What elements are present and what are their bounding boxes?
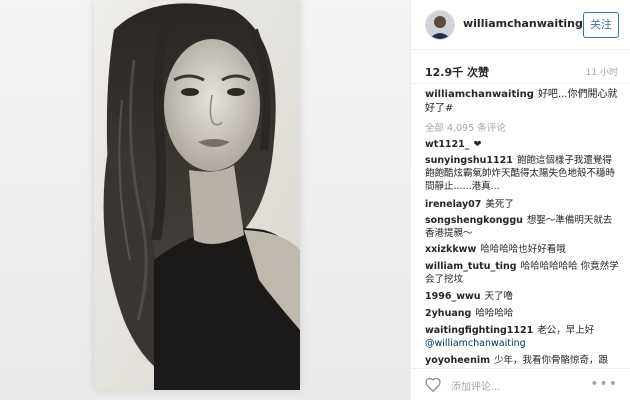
comment-item: waitingfighting1121 老公，早上好 @williamchanwa… (425, 324, 620, 350)
comment-text: 哈哈哈哈也好好看哦 (480, 244, 566, 255)
load-all-comments[interactable]: 全部 4,095 条评论 (425, 120, 506, 134)
comment-text: ❤ (473, 139, 482, 150)
comment-username[interactable]: william_tutu_ting (425, 261, 517, 272)
comment-item: sunyingshu1121 飽飽這個樣子我還覺得飽飽酷炫霸氣帥炸天酷得太陽失色地… (425, 154, 620, 193)
instagram-post-view: williamchanwaiting 关注 12.9千 次赞 11 小时 wil… (0, 0, 630, 400)
comment-item: xxizkkww 哈哈哈哈也好好看哦 (425, 243, 620, 256)
comment-username[interactable]: wt1121_ (425, 139, 470, 150)
comments-list: williamchanwaiting 好吧...你們開心就好了# 全部 4,095… (411, 86, 630, 366)
post-time[interactable]: 11 小时 (586, 65, 618, 78)
caption: williamchanwaiting 好吧...你們開心就好了# (425, 88, 620, 116)
comment-username[interactable]: irenelay07 (425, 199, 481, 210)
post-photo[interactable] (94, 0, 300, 390)
follow-button[interactable]: 关注 (583, 12, 619, 38)
comment-username[interactable]: waitingfighting1121 (425, 325, 533, 336)
portrait-image (94, 0, 300, 390)
comment-text: 天了噜 (484, 291, 514, 302)
comment-item: irenelay07 美死了 (425, 198, 620, 211)
photo-panel (0, 0, 410, 400)
profile-avatar[interactable] (425, 10, 455, 40)
comment-username[interactable]: songshengkonggu (425, 215, 523, 226)
comment-username[interactable]: 1996_wwu (425, 291, 481, 302)
heart-icon[interactable] (425, 377, 441, 392)
comment-item: songshengkonggu 想娶～準備明天就去香港提親～ (425, 214, 620, 240)
post-sidebar: williamchanwaiting 关注 12.9千 次赞 11 小时 wil… (410, 0, 630, 400)
comment-item: 1996_wwu 天了噜 (425, 290, 620, 303)
post-header: williamchanwaiting 关注 (411, 0, 630, 50)
more-options-icon[interactable]: ••• (590, 376, 618, 392)
comment-mention[interactable]: @williamchanwaiting (425, 338, 526, 349)
comment-username[interactable]: 2yhuang (425, 308, 471, 319)
comment-username[interactable]: sunyingshu1121 (425, 155, 513, 166)
like-count[interactable]: 12.9千 次赞 (425, 64, 489, 80)
comment-item: william_tutu_ting 哈哈哈哈哈哈 你竟然学会了挖坟 (425, 260, 620, 286)
add-comment-input[interactable]: 添加评论... (451, 378, 501, 393)
comment-item: wt1121_ ❤ (425, 138, 620, 151)
comment-text: 美死了 (485, 199, 514, 210)
comment-text: 少年，我看你骨骼惊奇，跟 (494, 355, 609, 366)
avatar-image (426, 11, 454, 39)
comment-item: yoyoheenim 少年，我看你骨骼惊奇，跟 (425, 354, 620, 366)
comment-username[interactable]: yoyoheenim (425, 355, 490, 366)
post-username[interactable]: williamchanwaiting (463, 17, 583, 30)
comment-text: 老公，早上好 (537, 325, 595, 336)
comment-username[interactable]: xxizkkww (425, 244, 476, 255)
post-stats: 12.9千 次赞 11 小时 (411, 50, 630, 84)
caption-username[interactable]: williamchanwaiting (425, 89, 534, 100)
comment-bar: 添加评论... ••• (411, 368, 630, 400)
comment-item: 2yhuang 哈哈哈哈 (425, 307, 620, 320)
comment-text: 哈哈哈哈 (475, 308, 514, 319)
